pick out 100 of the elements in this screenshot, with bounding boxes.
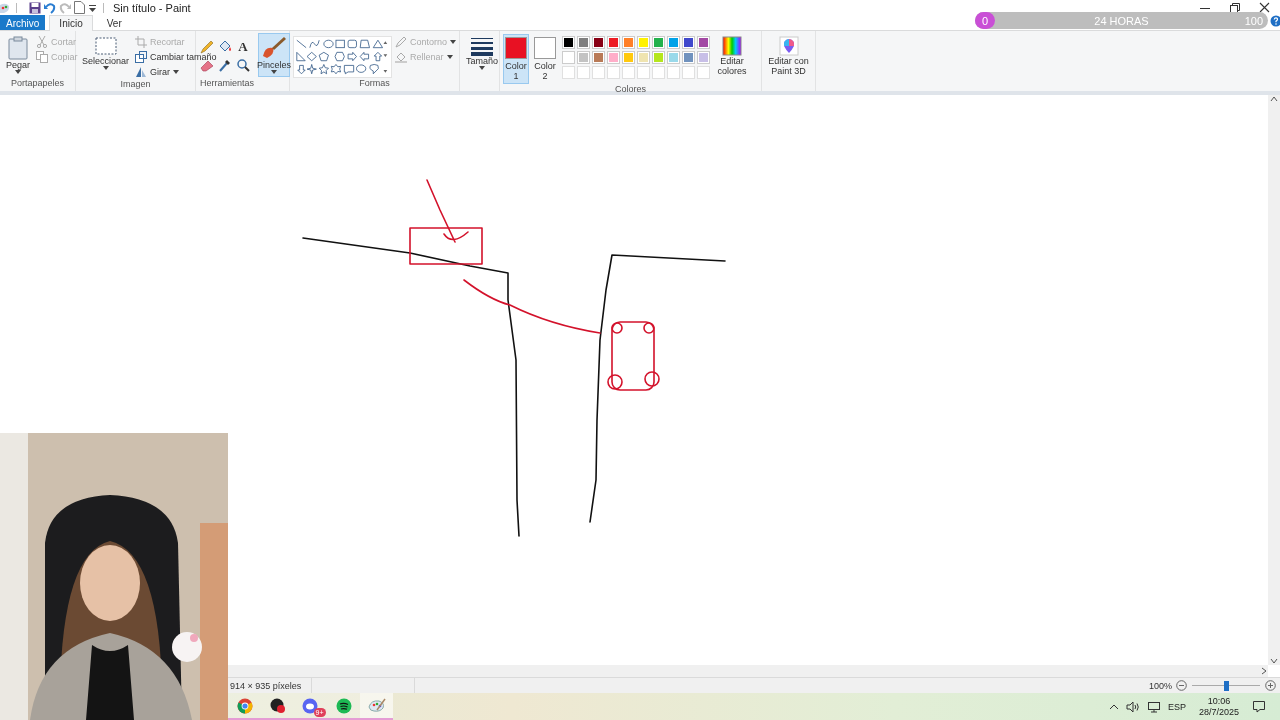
caret-icon[interactable]: [102, 66, 109, 70]
empty-swatch[interactable]: [682, 66, 695, 79]
help-icon[interactable]: [1270, 14, 1280, 27]
color-swatch[interactable]: [592, 51, 605, 64]
scissors-icon: [36, 36, 48, 48]
browser-icon[interactable]: [236, 697, 253, 714]
notifications-icon[interactable]: [1252, 700, 1266, 713]
color-swatch[interactable]: [652, 36, 665, 49]
copy-icon: [36, 51, 48, 63]
save-icon[interactable]: [29, 1, 41, 14]
color-swatch[interactable]: [592, 36, 605, 49]
color-swatch[interactable]: [667, 51, 680, 64]
color-swatch[interactable]: [607, 36, 620, 49]
color-swatch[interactable]: [667, 36, 680, 49]
group-label: Portapapeles: [9, 78, 65, 90]
undo-icon[interactable]: [44, 1, 56, 14]
zoom-percentage: 100%: [1148, 680, 1172, 691]
speaker-icon[interactable]: [1125, 700, 1140, 713]
text-tool[interactable]: A: [235, 39, 251, 55]
color-swatch[interactable]: [622, 36, 635, 49]
color-2-button[interactable]: Color 2: [532, 34, 558, 84]
caret-icon[interactable]: [271, 70, 277, 74]
empty-swatch[interactable]: [607, 66, 620, 79]
color-swatch[interactable]: [697, 36, 710, 49]
caret-icon[interactable]: [479, 66, 485, 70]
select-button[interactable]: Seleccionar: [79, 33, 133, 73]
ribbon-tab[interactable]: Ver: [96, 15, 132, 30]
new-document-icon[interactable]: [74, 1, 85, 14]
fill-bucket-icon: [394, 51, 407, 63]
color-swatch[interactable]: [562, 51, 575, 64]
rotate-button[interactable]: Girar: [135, 65, 217, 79]
clipboard-icon: [8, 36, 28, 60]
color-swatch[interactable]: [607, 51, 620, 64]
color-swatch[interactable]: [652, 51, 665, 64]
paint-palette-icon[interactable]: [367, 697, 386, 714]
progress-label: 24 HORAS: [1094, 14, 1149, 27]
caret-icon[interactable]: [173, 70, 180, 74]
paint-3d-icon: [778, 36, 799, 56]
empty-swatch[interactable]: [562, 66, 575, 79]
color-swatch[interactable]: [682, 51, 695, 64]
horizontal-scrollbar[interactable]: [228, 665, 1268, 677]
color-swatch[interactable]: [637, 36, 650, 49]
crop-icon: [135, 36, 148, 48]
color-1-button[interactable]: Color 1: [503, 34, 529, 84]
paste-button[interactable]: Pegar: [3, 33, 33, 77]
file-menu-tab[interactable]: Archivo: [0, 15, 46, 30]
zoom-out-icon[interactable]: [1176, 680, 1187, 691]
resize-button[interactable]: Cambiar tamaño: [135, 50, 217, 64]
shape-gallery[interactable]: [293, 36, 392, 78]
scroll-down-icon[interactable]: [1270, 657, 1278, 665]
brushes-button[interactable]: Pinceles: [258, 33, 290, 77]
chevron-up-icon[interactable]: [1108, 702, 1119, 711]
empty-swatch[interactable]: [667, 66, 680, 79]
ribbon-tab[interactable]: Inicio: [49, 15, 93, 31]
group-label: Imagen: [119, 79, 152, 91]
empty-swatch[interactable]: [697, 66, 710, 79]
selection-icon: [94, 36, 117, 56]
line-width-icon: [471, 36, 493, 56]
brush-icon: [261, 36, 287, 60]
progress-start-value: 0: [980, 13, 990, 29]
group-label: Formas: [358, 78, 391, 90]
empty-swatch[interactable]: [592, 66, 605, 79]
color-swatch[interactable]: [697, 51, 710, 64]
empty-swatch[interactable]: [637, 66, 650, 79]
color-swatch[interactable]: [577, 51, 590, 64]
dropdown-icon[interactable]: [88, 2, 97, 13]
scroll-right-icon[interactable]: [1260, 667, 1268, 675]
caret-icon[interactable]: [15, 70, 21, 74]
progress-end-value: 100: [1244, 14, 1264, 27]
edit-colors-button[interactable]: Editar colores: [714, 33, 750, 79]
size-button[interactable]: Tamaño: [463, 33, 502, 73]
window-title: Sin título - Paint: [113, 1, 191, 14]
color-swatch[interactable]: [637, 51, 650, 64]
language-indicator[interactable]: ESP: [1167, 701, 1186, 712]
empty-swatch[interactable]: [622, 66, 635, 79]
clock[interactable]: 10:06 28/7/2025: [1198, 695, 1239, 718]
rotate-icon: [135, 66, 148, 78]
empty-swatch[interactable]: [577, 66, 590, 79]
rainbow-icon: [722, 36, 742, 56]
group-label: Colores: [614, 84, 647, 94]
magnifier-icon[interactable]: [235, 57, 251, 73]
scroll-up-icon[interactable]: [1270, 95, 1278, 103]
color-picker-icon[interactable]: [217, 57, 233, 73]
record-icon[interactable]: [269, 697, 286, 714]
resize-icon: [135, 51, 148, 63]
paint-3d-button[interactable]: Editar con Paint 3D: [765, 33, 812, 79]
redo-icon: [59, 1, 71, 14]
color-swatch[interactable]: [577, 36, 590, 49]
vertical-scrollbar[interactable]: [1268, 95, 1280, 665]
status-text: 914 × 935 píxeles: [230, 680, 302, 691]
network-icon[interactable]: [1146, 700, 1161, 713]
music-app-icon[interactable]: [335, 697, 352, 714]
color-swatch[interactable]: [562, 36, 575, 49]
zoom-in-icon[interactable]: [1265, 680, 1276, 691]
chat-icon[interactable]: [301, 697, 318, 714]
color-swatch[interactable]: [682, 36, 695, 49]
paint-app-icon[interactable]: [0, 1, 10, 14]
color-swatch[interactable]: [622, 51, 635, 64]
empty-swatch[interactable]: [652, 66, 665, 79]
group-label: Herramientas: [199, 78, 255, 90]
